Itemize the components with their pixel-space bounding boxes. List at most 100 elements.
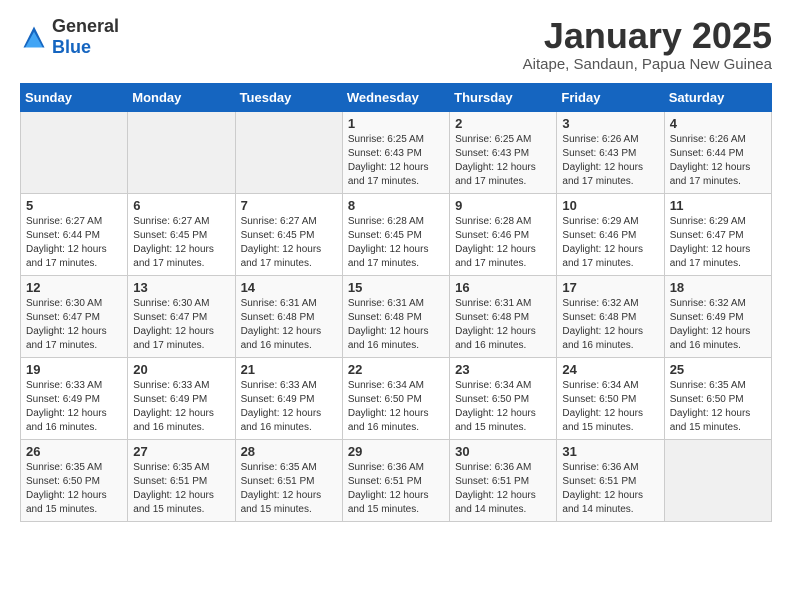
table-row: 19 Sunrise: 6:33 AM Sunset: 6:49 PM Dayli… xyxy=(21,357,128,439)
day-number: 10 xyxy=(562,198,658,213)
logo-icon xyxy=(20,23,48,51)
day-number: 15 xyxy=(348,280,444,295)
table-row: 27 Sunrise: 6:35 AM Sunset: 6:51 PM Dayli… xyxy=(128,439,235,521)
day-info: Sunrise: 6:31 AM Sunset: 6:48 PM Dayligh… xyxy=(241,297,337,353)
logo-blue: Blue xyxy=(52,37,91,57)
table-row: 21 Sunrise: 6:33 AM Sunset: 6:49 PM Dayli… xyxy=(235,357,342,439)
table-row: 13 Sunrise: 6:30 AM Sunset: 6:47 PM Dayli… xyxy=(128,275,235,357)
header: General Blue January 2025 Aitape, Sandau… xyxy=(20,16,772,73)
day-number: 27 xyxy=(133,444,229,459)
table-row: 5 Sunrise: 6:27 AM Sunset: 6:44 PM Daylig… xyxy=(21,193,128,275)
day-number: 13 xyxy=(133,280,229,295)
table-row: 3 Sunrise: 6:26 AM Sunset: 6:43 PM Daylig… xyxy=(557,111,664,193)
day-number: 26 xyxy=(26,444,122,459)
day-number: 16 xyxy=(455,280,551,295)
header-thursday: Thursday xyxy=(450,83,557,111)
day-number: 23 xyxy=(455,362,551,377)
table-row: 15 Sunrise: 6:31 AM Sunset: 6:48 PM Dayli… xyxy=(342,275,449,357)
day-info: Sunrise: 6:34 AM Sunset: 6:50 PM Dayligh… xyxy=(562,379,658,435)
day-number: 24 xyxy=(562,362,658,377)
day-info: Sunrise: 6:35 AM Sunset: 6:50 PM Dayligh… xyxy=(670,379,766,435)
table-row: 6Sunrise: 6:27 AM Sunset: 6:45 PM Daylig… xyxy=(128,193,235,275)
table-row: 17 Sunrise: 6:32 AM Sunset: 6:48 PM Dayli… xyxy=(557,275,664,357)
day-number: 4 xyxy=(670,116,766,131)
week-row-4: 19 Sunrise: 6:33 AM Sunset: 6:49 PM Dayli… xyxy=(21,357,772,439)
week-row-3: 12 Sunrise: 6:30 AM Sunset: 6:47 PM Dayli… xyxy=(21,275,772,357)
table-row: 14 Sunrise: 6:31 AM Sunset: 6:48 PM Dayli… xyxy=(235,275,342,357)
table-row: 10 Sunrise: 6:29 AM Sunset: 6:46 PM Dayli… xyxy=(557,193,664,275)
table-row: 7Sunrise: 6:27 AM Sunset: 6:45 PM Daylig… xyxy=(235,193,342,275)
location-subtitle: Aitape, Sandaun, Papua New Guinea xyxy=(523,56,772,73)
day-info: Sunrise: 6:29 AM Sunset: 6:46 PM Dayligh… xyxy=(562,215,658,271)
header-saturday: Saturday xyxy=(664,83,771,111)
day-number: 11 xyxy=(670,198,766,213)
day-number: 17 xyxy=(562,280,658,295)
day-info: Sunrise: 6:26 AM Sunset: 6:44 PM Dayligh… xyxy=(670,133,766,189)
table-row: 24 Sunrise: 6:34 AM Sunset: 6:50 PM Dayli… xyxy=(557,357,664,439)
day-info: Sunrise: 6:25 AM Sunset: 6:43 PM Dayligh… xyxy=(455,133,551,189)
day-number: 30 xyxy=(455,444,551,459)
day-info: Sunrise: 6:36 AM Sunset: 6:51 PM Dayligh… xyxy=(348,461,444,517)
logo: General Blue xyxy=(20,16,119,58)
day-info: Sunrise: 6:28 AM Sunset: 6:45 PM Dayligh… xyxy=(348,215,444,271)
day-number: 3 xyxy=(562,116,658,131)
table-row: 22Sunrise: 6:34 AM Sunset: 6:50 PM Dayli… xyxy=(342,357,449,439)
table-row: 26Sunrise: 6:35 AM Sunset: 6:50 PM Dayli… xyxy=(21,439,128,521)
day-number: 22 xyxy=(348,362,444,377)
day-info: Sunrise: 6:34 AM Sunset: 6:50 PM Dayligh… xyxy=(455,379,551,435)
week-row-5: 26Sunrise: 6:35 AM Sunset: 6:50 PM Dayli… xyxy=(21,439,772,521)
day-number: 31 xyxy=(562,444,658,459)
logo-general: General xyxy=(52,16,119,36)
day-info: Sunrise: 6:26 AM Sunset: 6:43 PM Dayligh… xyxy=(562,133,658,189)
day-info: Sunrise: 6:25 AM Sunset: 6:43 PM Dayligh… xyxy=(348,133,444,189)
day-number: 18 xyxy=(670,280,766,295)
day-number: 5 xyxy=(26,198,122,213)
day-info: Sunrise: 6:35 AM Sunset: 6:51 PM Dayligh… xyxy=(241,461,337,517)
day-number: 14 xyxy=(241,280,337,295)
day-number: 21 xyxy=(241,362,337,377)
day-info: Sunrise: 6:27 AM Sunset: 6:45 PM Dayligh… xyxy=(241,215,337,271)
month-title: January 2025 xyxy=(523,16,772,56)
table-row: 23 Sunrise: 6:34 AM Sunset: 6:50 PM Dayli… xyxy=(450,357,557,439)
day-info: Sunrise: 6:27 AM Sunset: 6:44 PM Dayligh… xyxy=(26,215,122,271)
table-row: 25 Sunrise: 6:35 AM Sunset: 6:50 PM Dayli… xyxy=(664,357,771,439)
table-row: 11 Sunrise: 6:29 AM Sunset: 6:47 PM Dayli… xyxy=(664,193,771,275)
header-sunday: Sunday xyxy=(21,83,128,111)
day-info: Sunrise: 6:35 AM Sunset: 6:51 PM Dayligh… xyxy=(133,461,229,517)
day-number: 20 xyxy=(133,362,229,377)
day-info: Sunrise: 6:32 AM Sunset: 6:49 PM Dayligh… xyxy=(670,297,766,353)
day-number: 1 xyxy=(348,116,444,131)
table-row: 28 Sunrise: 6:35 AM Sunset: 6:51 PM Dayli… xyxy=(235,439,342,521)
day-info: Sunrise: 6:33 AM Sunset: 6:49 PM Dayligh… xyxy=(133,379,229,435)
day-number: 19 xyxy=(26,362,122,377)
header-friday: Friday xyxy=(557,83,664,111)
table-row: 8Sunrise: 6:28 AM Sunset: 6:45 PM Daylig… xyxy=(342,193,449,275)
table-row: 29Sunrise: 6:36 AM Sunset: 6:51 PM Dayli… xyxy=(342,439,449,521)
logo-text: General Blue xyxy=(52,16,119,58)
day-info: Sunrise: 6:30 AM Sunset: 6:47 PM Dayligh… xyxy=(26,297,122,353)
table-row: 16Sunrise: 6:31 AM Sunset: 6:48 PM Dayli… xyxy=(450,275,557,357)
day-info: Sunrise: 6:32 AM Sunset: 6:48 PM Dayligh… xyxy=(562,297,658,353)
day-number: 12 xyxy=(26,280,122,295)
day-info: Sunrise: 6:30 AM Sunset: 6:47 PM Dayligh… xyxy=(133,297,229,353)
day-info: Sunrise: 6:31 AM Sunset: 6:48 PM Dayligh… xyxy=(348,297,444,353)
table-row: 9Sunrise: 6:28 AM Sunset: 6:46 PM Daylig… xyxy=(450,193,557,275)
day-info: Sunrise: 6:33 AM Sunset: 6:49 PM Dayligh… xyxy=(26,379,122,435)
table-row xyxy=(664,439,771,521)
table-row: 20 Sunrise: 6:33 AM Sunset: 6:49 PM Dayli… xyxy=(128,357,235,439)
day-info: Sunrise: 6:36 AM Sunset: 6:51 PM Dayligh… xyxy=(455,461,551,517)
week-row-2: 5 Sunrise: 6:27 AM Sunset: 6:44 PM Daylig… xyxy=(21,193,772,275)
header-monday: Monday xyxy=(128,83,235,111)
page: General Blue January 2025 Aitape, Sandau… xyxy=(0,0,792,538)
week-row-1: 1 Sunrise: 6:25 AM Sunset: 6:43 PM Daylig… xyxy=(21,111,772,193)
day-number: 25 xyxy=(670,362,766,377)
table-row: 2Sunrise: 6:25 AM Sunset: 6:43 PM Daylig… xyxy=(450,111,557,193)
day-info: Sunrise: 6:29 AM Sunset: 6:47 PM Dayligh… xyxy=(670,215,766,271)
day-number: 28 xyxy=(241,444,337,459)
day-info: Sunrise: 6:33 AM Sunset: 6:49 PM Dayligh… xyxy=(241,379,337,435)
calendar-table: Sunday Monday Tuesday Wednesday Thursday… xyxy=(20,83,772,522)
day-info: Sunrise: 6:36 AM Sunset: 6:51 PM Dayligh… xyxy=(562,461,658,517)
table-row: 31 Sunrise: 6:36 AM Sunset: 6:51 PM Dayli… xyxy=(557,439,664,521)
table-row xyxy=(235,111,342,193)
table-row: 30 Sunrise: 6:36 AM Sunset: 6:51 PM Dayli… xyxy=(450,439,557,521)
